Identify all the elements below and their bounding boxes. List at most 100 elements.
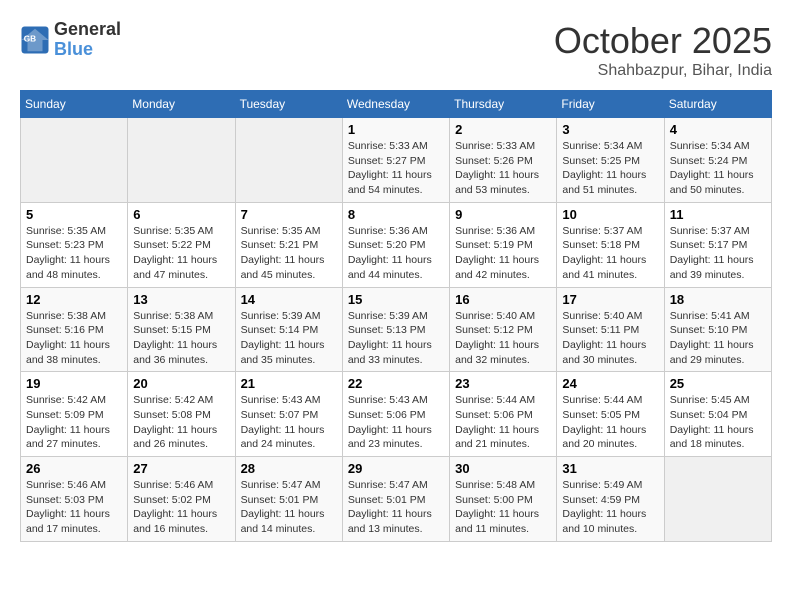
- day-number: 20: [133, 376, 229, 391]
- day-number: 2: [455, 122, 551, 137]
- calendar-cell: 16 Sunrise: 5:40 AMSunset: 5:12 PMDayligh…: [450, 287, 557, 372]
- weekday-header-sunday: Sunday: [21, 91, 128, 118]
- day-number: 6: [133, 207, 229, 222]
- day-number: 30: [455, 461, 551, 476]
- day-info: Sunrise: 5:40 AMSunset: 5:11 PMDaylight:…: [562, 309, 658, 368]
- calendar-cell: 27 Sunrise: 5:46 AMSunset: 5:02 PMDayligh…: [128, 457, 235, 542]
- day-info: Sunrise: 5:39 AMSunset: 5:13 PMDaylight:…: [348, 309, 444, 368]
- calendar-cell: 18Sunrise: 5:41 AMSunset: 5:10 PMDayligh…: [664, 287, 771, 372]
- calendar-week-row: 26 Sunrise: 5:46 AMSunset: 5:03 PMDayligh…: [21, 457, 772, 542]
- calendar-cell: 2 Sunrise: 5:33 AMSunset: 5:26 PMDaylight…: [450, 118, 557, 203]
- logo-line2: Blue: [54, 40, 121, 60]
- day-info: Sunrise: 5:41 AMSunset: 5:10 PMDaylight:…: [670, 309, 766, 368]
- day-number: 12: [26, 292, 122, 307]
- weekday-header-thursday: Thursday: [450, 91, 557, 118]
- calendar-cell: 10 Sunrise: 5:37 AMSunset: 5:18 PMDayligh…: [557, 202, 664, 287]
- logo-text: General Blue: [54, 20, 121, 60]
- calendar-cell: 3 Sunrise: 5:34 AMSunset: 5:25 PMDaylight…: [557, 118, 664, 203]
- day-number: 14: [241, 292, 337, 307]
- day-number: 10: [562, 207, 658, 222]
- day-info: Sunrise: 5:46 AMSunset: 5:03 PMDaylight:…: [26, 478, 122, 537]
- day-number: 22: [348, 376, 444, 391]
- weekday-header-row: SundayMondayTuesdayWednesdayThursdayFrid…: [21, 91, 772, 118]
- calendar-cell: 15Sunrise: 5:39 AMSunset: 5:13 PMDayligh…: [342, 287, 449, 372]
- day-info: Sunrise: 5:38 AMSunset: 5:16 PMDaylight:…: [26, 309, 122, 368]
- day-info: Sunrise: 5:33 AMSunset: 5:26 PMDaylight:…: [455, 139, 551, 198]
- day-number: 3: [562, 122, 658, 137]
- logo-icon: GB: [20, 25, 50, 55]
- day-info: Sunrise: 5:36 AMSunset: 5:20 PMDaylight:…: [348, 224, 444, 283]
- day-number: 11: [670, 207, 766, 222]
- day-info: Sunrise: 5:34 AMSunset: 5:25 PMDaylight:…: [562, 139, 658, 198]
- calendar-cell: 29 Sunrise: 5:47 AMSunset: 5:01 PMDayligh…: [342, 457, 449, 542]
- calendar-cell: 13Sunrise: 5:38 AMSunset: 5:15 PMDayligh…: [128, 287, 235, 372]
- calendar-week-row: 12 Sunrise: 5:38 AMSunset: 5:16 PMDayligh…: [21, 287, 772, 372]
- month-title: October 2025: [554, 20, 772, 62]
- calendar-cell: [21, 118, 128, 203]
- weekday-header-tuesday: Tuesday: [235, 91, 342, 118]
- calendar-cell: 19 Sunrise: 5:42 AMSunset: 5:09 PMDayligh…: [21, 372, 128, 457]
- calendar-body: 1 Sunrise: 5:33 AMSunset: 5:27 PMDaylight…: [21, 118, 772, 542]
- weekday-header-wednesday: Wednesday: [342, 91, 449, 118]
- calendar-cell: [128, 118, 235, 203]
- calendar-cell: 6 Sunrise: 5:35 AMSunset: 5:22 PMDaylight…: [128, 202, 235, 287]
- day-info: Sunrise: 5:38 AMSunset: 5:15 PMDaylight:…: [133, 309, 229, 368]
- day-info: Sunrise: 5:43 AMSunset: 5:06 PMDaylight:…: [348, 393, 444, 452]
- day-number: 25: [670, 376, 766, 391]
- calendar-header: SundayMondayTuesdayWednesdayThursdayFrid…: [21, 91, 772, 118]
- day-info: Sunrise: 5:46 AMSunset: 5:02 PMDaylight:…: [133, 478, 229, 537]
- calendar-cell: 14Sunrise: 5:39 AMSunset: 5:14 PMDayligh…: [235, 287, 342, 372]
- day-info: Sunrise: 5:34 AMSunset: 5:24 PMDaylight:…: [670, 139, 766, 198]
- day-info: Sunrise: 5:33 AMSunset: 5:27 PMDaylight:…: [348, 139, 444, 198]
- calendar-cell: 5Sunrise: 5:35 AMSunset: 5:23 PMDaylight…: [21, 202, 128, 287]
- title-block: October 2025 Shahbazpur, Bihar, India: [554, 20, 772, 80]
- calendar-cell: 26 Sunrise: 5:46 AMSunset: 5:03 PMDayligh…: [21, 457, 128, 542]
- day-info: Sunrise: 5:37 AMSunset: 5:17 PMDaylight:…: [670, 224, 766, 283]
- day-info: Sunrise: 5:44 AMSunset: 5:05 PMDaylight:…: [562, 393, 658, 452]
- day-info: Sunrise: 5:35 AMSunset: 5:23 PMDaylight:…: [26, 224, 122, 283]
- calendar-week-row: 19 Sunrise: 5:42 AMSunset: 5:09 PMDayligh…: [21, 372, 772, 457]
- day-number: 16: [455, 292, 551, 307]
- day-number: 7: [241, 207, 337, 222]
- calendar-cell: 9 Sunrise: 5:36 AMSunset: 5:19 PMDaylight…: [450, 202, 557, 287]
- weekday-header-friday: Friday: [557, 91, 664, 118]
- day-number: 17: [562, 292, 658, 307]
- weekday-header-saturday: Saturday: [664, 91, 771, 118]
- logo: GB General Blue: [20, 20, 121, 60]
- calendar-cell: 11 Sunrise: 5:37 AMSunset: 5:17 PMDayligh…: [664, 202, 771, 287]
- calendar-cell: 22 Sunrise: 5:43 AMSunset: 5:06 PMDayligh…: [342, 372, 449, 457]
- day-number: 19: [26, 376, 122, 391]
- location-subtitle: Shahbazpur, Bihar, India: [554, 62, 772, 80]
- calendar-cell: 30Sunrise: 5:48 AMSunset: 5:00 PMDayligh…: [450, 457, 557, 542]
- day-info: Sunrise: 5:36 AMSunset: 5:19 PMDaylight:…: [455, 224, 551, 283]
- day-info: Sunrise: 5:42 AMSunset: 5:09 PMDaylight:…: [26, 393, 122, 452]
- calendar-cell: 1 Sunrise: 5:33 AMSunset: 5:27 PMDaylight…: [342, 118, 449, 203]
- day-number: 1: [348, 122, 444, 137]
- calendar-cell: [664, 457, 771, 542]
- day-number: 9: [455, 207, 551, 222]
- day-info: Sunrise: 5:42 AMSunset: 5:08 PMDaylight:…: [133, 393, 229, 452]
- day-info: Sunrise: 5:43 AMSunset: 5:07 PMDaylight:…: [241, 393, 337, 452]
- day-info: Sunrise: 5:40 AMSunset: 5:12 PMDaylight:…: [455, 309, 551, 368]
- day-number: 23: [455, 376, 551, 391]
- day-info: Sunrise: 5:49 AMSunset: 4:59 PMDaylight:…: [562, 478, 658, 537]
- calendar-cell: 25Sunrise: 5:45 AMSunset: 5:04 PMDayligh…: [664, 372, 771, 457]
- day-info: Sunrise: 5:35 AMSunset: 5:22 PMDaylight:…: [133, 224, 229, 283]
- day-info: Sunrise: 5:44 AMSunset: 5:06 PMDaylight:…: [455, 393, 551, 452]
- calendar-cell: 17 Sunrise: 5:40 AMSunset: 5:11 PMDayligh…: [557, 287, 664, 372]
- calendar-cell: 21Sunrise: 5:43 AMSunset: 5:07 PMDayligh…: [235, 372, 342, 457]
- day-info: Sunrise: 5:37 AMSunset: 5:18 PMDaylight:…: [562, 224, 658, 283]
- calendar-cell: 24Sunrise: 5:44 AMSunset: 5:05 PMDayligh…: [557, 372, 664, 457]
- calendar-table: SundayMondayTuesdayWednesdayThursdayFrid…: [20, 90, 772, 542]
- day-info: Sunrise: 5:47 AMSunset: 5:01 PMDaylight:…: [241, 478, 337, 537]
- day-number: 26: [26, 461, 122, 476]
- day-number: 27: [133, 461, 229, 476]
- calendar-cell: [235, 118, 342, 203]
- weekday-header-monday: Monday: [128, 91, 235, 118]
- calendar-cell: 20 Sunrise: 5:42 AMSunset: 5:08 PMDayligh…: [128, 372, 235, 457]
- calendar-cell: 8Sunrise: 5:36 AMSunset: 5:20 PMDaylight…: [342, 202, 449, 287]
- day-info: Sunrise: 5:47 AMSunset: 5:01 PMDaylight:…: [348, 478, 444, 537]
- day-number: 29: [348, 461, 444, 476]
- calendar-cell: 28Sunrise: 5:47 AMSunset: 5:01 PMDayligh…: [235, 457, 342, 542]
- day-info: Sunrise: 5:35 AMSunset: 5:21 PMDaylight:…: [241, 224, 337, 283]
